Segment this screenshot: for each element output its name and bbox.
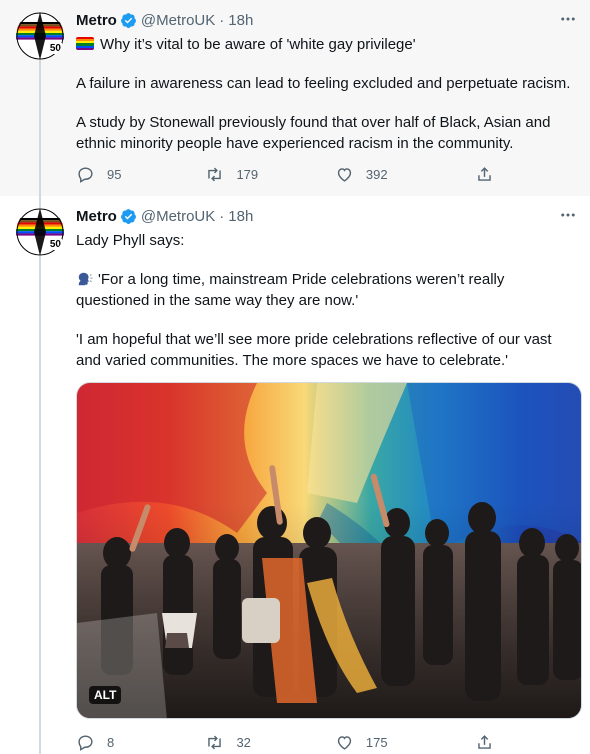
reply-icon	[78, 734, 93, 751]
alt-text-badge[interactable]: ALT	[89, 686, 122, 704]
like-icon	[337, 167, 352, 182]
more-button[interactable]	[558, 205, 578, 225]
reply-count: 95	[107, 166, 122, 182]
author-name[interactable]: Metro	[76, 208, 117, 225]
timestamp[interactable]: 18h	[228, 208, 253, 225]
tweet-2[interactable]: 50 Metro @MetroUK · 18h Lady Phyll says:…	[0, 196, 590, 754]
share-button[interactable]	[475, 733, 506, 752]
tweet-paragraph: A failure in awareness can lead to feeli…	[76, 75, 571, 92]
avatar[interactable]: 50	[16, 208, 64, 256]
verified-badge-icon	[120, 12, 136, 28]
reply-count: 8	[107, 734, 115, 750]
tweet-actions: 8 32 175	[76, 731, 506, 753]
like-button[interactable]: 392	[335, 165, 475, 184]
timestamp[interactable]: 18h	[228, 12, 253, 29]
tweet-paragraph: Lady Phyll says:	[76, 232, 185, 249]
reply-button[interactable]: 8	[76, 733, 205, 752]
quote-paragraph: 'For a long time, mainstream Pride celeb…	[76, 271, 505, 309]
thread-line	[39, 60, 41, 196]
author-name[interactable]: Metro	[76, 12, 117, 29]
tweet-actions: 95 179 392	[76, 163, 506, 185]
more-icon	[561, 213, 575, 217]
rainbow-flag-icon	[76, 37, 94, 50]
tweet-text: Why it’s vital to be aware of 'white gay…	[76, 34, 576, 154]
share-icon	[478, 166, 491, 181]
share-button[interactable]	[475, 165, 506, 184]
like-count: 392	[365, 166, 388, 182]
retweet-button[interactable]: 32	[205, 733, 334, 752]
reply-icon	[78, 166, 93, 183]
speaking-head-icon	[78, 272, 93, 286]
retweet-count: 32	[236, 734, 251, 750]
avatar-badge: 50	[48, 239, 62, 250]
separator: ·	[219, 11, 225, 29]
share-icon	[478, 734, 491, 749]
avatar-badge: 50	[48, 43, 62, 54]
like-count: 175	[365, 734, 388, 750]
verified-badge-icon	[120, 208, 136, 224]
author-handle[interactable]: @MetroUK	[141, 12, 215, 29]
thread-line	[39, 256, 41, 754]
retweet-button[interactable]: 179	[205, 165, 334, 184]
like-button[interactable]: 175	[335, 733, 475, 752]
more-icon	[561, 17, 575, 21]
tweet-paragraph: A study by Stonewall previously found th…	[76, 114, 551, 152]
tweet-header: Metro @MetroUK · 18h	[76, 10, 253, 30]
like-icon	[337, 735, 352, 750]
retweet-icon	[208, 167, 222, 181]
quote-paragraph: 'I am hopeful that we’ll see more pride …	[76, 331, 552, 369]
tweet-text: Lady Phyll says: 'For a long time, mains…	[76, 230, 576, 371]
reply-button[interactable]: 95	[76, 165, 205, 184]
tweet-image[interactable]: ALT	[76, 382, 582, 719]
retweet-count: 179	[236, 166, 259, 182]
tweet-header: Metro @MetroUK · 18h	[76, 206, 253, 226]
thread-line	[39, 196, 41, 208]
avatar[interactable]: 50	[16, 12, 64, 60]
tweet-headline: Why it’s vital to be aware of 'white gay…	[100, 36, 416, 53]
tweet-1[interactable]: 50 Metro @MetroUK · 18h Why it’s vital t…	[0, 0, 590, 196]
author-handle[interactable]: @MetroUK	[141, 208, 215, 225]
separator: ·	[219, 207, 225, 225]
more-button[interactable]	[558, 9, 578, 29]
retweet-icon	[208, 735, 222, 749]
